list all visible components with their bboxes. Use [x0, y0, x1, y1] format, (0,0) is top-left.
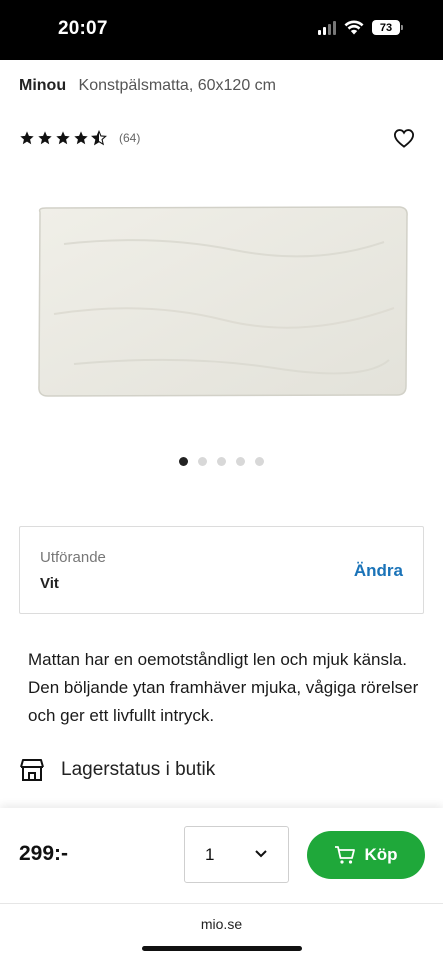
product-price: 299:- — [19, 842, 69, 865]
status-bar: 20:07 73 — [0, 0, 443, 60]
buy-button[interactable]: Köp — [307, 831, 425, 879]
carousel-dot[interactable] — [217, 457, 226, 466]
product-header: Minou Konstpälsmatta, 60x120 cm — [19, 77, 276, 95]
chevron-down-icon — [255, 850, 267, 858]
rating-count: (64) — [119, 131, 141, 145]
status-icons: 73 — [318, 20, 403, 35]
product-rating[interactable]: (64) — [19, 130, 140, 146]
store-stock-row[interactable]: Lagerstatus i butik — [19, 758, 215, 782]
wifi-icon — [344, 20, 364, 35]
carousel-dot[interactable] — [198, 457, 207, 466]
variant-selector[interactable]: Utförande Vit Ändra — [19, 526, 424, 614]
favorite-heart-icon[interactable] — [393, 128, 415, 148]
variant-label: Utförande — [40, 549, 106, 566]
half-star-icon — [91, 130, 107, 146]
variant-value: Vit — [40, 575, 59, 592]
purchase-bar: 299:- 1 Köp — [0, 808, 443, 906]
home-indicator[interactable] — [142, 946, 302, 951]
quantity-value: 1 — [205, 845, 215, 864]
url-label[interactable]: mio.se — [0, 916, 443, 932]
product-name: Konstpälsmatta, 60x120 cm — [78, 77, 276, 94]
carousel-dot[interactable] — [179, 457, 188, 466]
carousel-dot[interactable] — [255, 457, 264, 466]
quantity-select[interactable]: 1 — [184, 826, 289, 883]
star-icon — [74, 131, 88, 145]
image-carousel-dots — [0, 457, 443, 466]
change-variant-link[interactable]: Ändra — [354, 561, 403, 581]
status-time: 20:07 — [58, 18, 108, 39]
rating-stars — [19, 130, 107, 146]
battery-icon: 73 — [372, 20, 403, 35]
product-description: Mattan har en oemotståndligt len och mju… — [28, 650, 419, 725]
buy-label: Köp — [364, 845, 398, 864]
signal-icon — [318, 20, 336, 35]
star-icon — [20, 131, 34, 145]
carousel-dot[interactable] — [236, 457, 245, 466]
product-image[interactable] — [34, 204, 411, 398]
product-brand: Minou — [19, 77, 67, 94]
star-icon — [56, 131, 70, 145]
browser-bottom-bar: mio.se — [0, 903, 443, 960]
store-stock-label: Lagerstatus i butik — [61, 759, 216, 780]
store-icon — [20, 759, 44, 781]
battery-level: 73 — [372, 20, 400, 35]
cart-icon — [335, 846, 356, 864]
star-icon — [38, 131, 52, 145]
